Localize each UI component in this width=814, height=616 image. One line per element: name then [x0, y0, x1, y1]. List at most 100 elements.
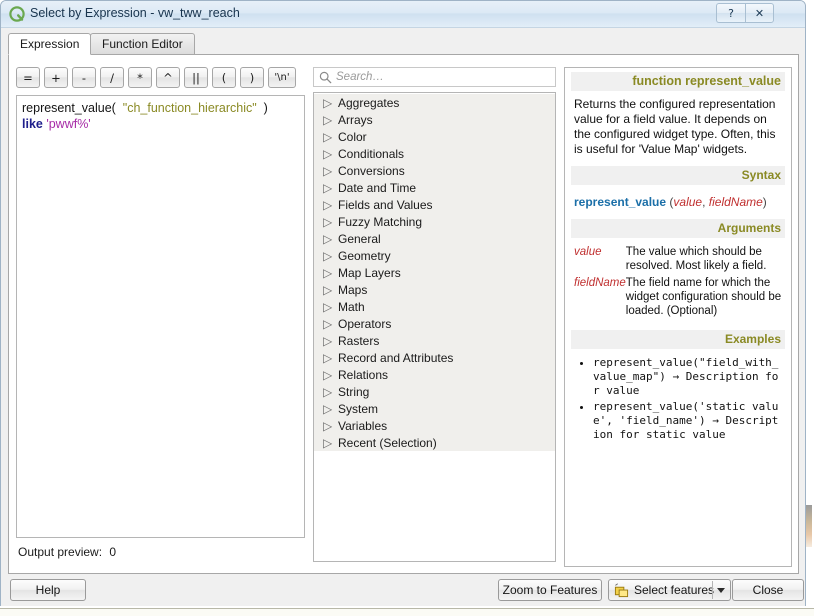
function-help-panel: function represent_value Returns the con…	[564, 67, 792, 567]
tree-item-label: Math	[338, 299, 365, 314]
search-box[interactable]	[313, 67, 556, 87]
chevron-right-icon[interactable]: ▷	[323, 96, 337, 110]
tree-item-system[interactable]: ▷ System	[314, 400, 555, 417]
output-preview-value: 0	[109, 545, 117, 559]
chevron-right-icon[interactable]: ▷	[323, 300, 337, 314]
search-input[interactable]	[336, 69, 555, 85]
tree-item-string[interactable]: ▷ String	[314, 383, 555, 400]
qgis-logo-icon	[9, 6, 25, 22]
chevron-right-icon[interactable]: ▷	[323, 283, 337, 297]
tree-item-operators[interactable]: ▷ Operators	[314, 315, 555, 332]
titlebar-help-button[interactable]: ?	[716, 3, 745, 23]
op-divide-label: /	[110, 70, 114, 85]
expression-text-input[interactable]: represent_value( "ch_function_hierarchic…	[16, 95, 305, 538]
tree-item-date-and-time[interactable]: ▷ Date and Time	[314, 179, 555, 196]
tree-item-arrays[interactable]: ▷ Arrays	[314, 111, 555, 128]
chevron-right-icon[interactable]: ▷	[323, 334, 337, 348]
chevron-right-icon[interactable]: ▷	[323, 215, 337, 229]
titlebar-close-button[interactable]: ✕	[745, 3, 774, 23]
function-tree[interactable]: ▷ Aggregates ▷ Arrays ▷ Color ▷ Conditionals…	[313, 92, 556, 562]
tree-item-record-and-attributes[interactable]: ▷ Record and Attributes	[314, 349, 555, 366]
op-concat-button[interactable]: ||	[184, 67, 208, 88]
chevron-right-icon[interactable]: ▷	[323, 385, 337, 399]
op-minus-button[interactable]: -	[72, 67, 96, 88]
argument-description: The value which should be resolved. Most…	[625, 246, 767, 272]
tree-item-label: Fields and Values	[338, 197, 433, 212]
chevron-right-icon[interactable]: ▷	[323, 419, 337, 433]
tree-item-label: Variables	[338, 418, 388, 433]
chevron-right-icon[interactable]: ▷	[323, 249, 337, 263]
help-arguments-table: value The value which should be resolved…	[574, 245, 785, 321]
tree-item-fuzzy-matching[interactable]: ▷ Fuzzy Matching	[314, 213, 555, 230]
op-power-button[interactable]: ^	[156, 67, 180, 88]
chevron-right-icon[interactable]: ▷	[323, 368, 337, 382]
help-title: function represent_value	[571, 72, 785, 91]
op-close-paren-label: )	[249, 70, 255, 85]
tree-item-maps[interactable]: ▷ Maps	[314, 281, 555, 298]
tree-item-variables[interactable]: ▷ Variables	[314, 417, 555, 434]
op-equals-label: =	[23, 70, 33, 85]
tab-expression[interactable]: Expression	[8, 33, 92, 55]
op-open-paren-button[interactable]: (	[212, 67, 236, 88]
op-concat-label: ||	[192, 70, 200, 85]
expression-field-token: "ch_function_hierarchic"	[122, 101, 257, 115]
chevron-right-icon[interactable]: ▷	[323, 317, 337, 331]
tree-item-label: Rasters	[338, 333, 380, 348]
select-features-dropdown-arrow[interactable]	[712, 581, 729, 599]
select-features-button[interactable]: Select features	[608, 579, 731, 601]
tree-item-label: Fuzzy Matching	[338, 214, 423, 229]
op-divide-button[interactable]: /	[100, 67, 124, 88]
chevron-right-icon[interactable]: ▷	[323, 402, 337, 416]
chevron-right-icon[interactable]: ▷	[323, 266, 337, 280]
tree-item-aggregates[interactable]: ▷ Aggregates	[314, 94, 555, 111]
chevron-right-icon[interactable]: ▷	[323, 436, 337, 450]
zoom-to-features-button[interactable]: Zoom to Features	[498, 579, 602, 601]
chevron-right-icon[interactable]: ▷	[323, 232, 337, 246]
tree-item-label: Conversions	[338, 163, 405, 178]
op-plus-label: +	[51, 70, 61, 85]
help-button[interactable]: Help	[10, 579, 86, 601]
tree-item-conditionals[interactable]: ▷ Conditionals	[314, 145, 555, 162]
op-open-paren-label: (	[221, 70, 227, 85]
syntax-close-paren: )	[762, 195, 767, 209]
chevron-right-icon[interactable]: ▷	[323, 113, 337, 127]
tree-item-recent-selection[interactable]: ▷ Recent (Selection)	[314, 434, 555, 451]
op-multiply-button[interactable]: *	[128, 67, 152, 88]
title-bar[interactable]: Select by Expression - vw_tww_reach ? ✕	[1, 1, 805, 28]
tree-item-fields-and-values[interactable]: ▷ Fields and Values	[314, 196, 555, 213]
help-syntax-heading: Syntax	[571, 166, 785, 185]
tree-item-conversions[interactable]: ▷ Conversions	[314, 162, 555, 179]
list-item: represent_value('static value', 'field_n…	[593, 400, 785, 442]
chevron-right-icon[interactable]: ▷	[323, 181, 337, 195]
close-icon: ✕	[754, 6, 765, 20]
tree-item-color[interactable]: ▷ Color	[314, 128, 555, 145]
op-equals-button[interactable]: =	[16, 67, 40, 88]
tree-item-label: Color	[338, 129, 367, 144]
expression-tab-panel: = + - / * ^ || ( ) '\n' represent_value(…	[8, 54, 799, 574]
op-plus-button[interactable]: +	[44, 67, 68, 88]
op-newline-button[interactable]: '\n'	[268, 67, 296, 88]
syntax-arg-value: value	[673, 195, 703, 209]
chevron-right-icon[interactable]: ▷	[323, 198, 337, 212]
chevron-right-icon[interactable]: ▷	[323, 147, 337, 161]
op-close-paren-button[interactable]: )	[240, 67, 264, 88]
tree-item-rasters[interactable]: ▷ Rasters	[314, 332, 555, 349]
tree-item-geometry[interactable]: ▷ Geometry	[314, 247, 555, 264]
tree-item-relations[interactable]: ▷ Relations	[314, 366, 555, 383]
tree-item-map-layers[interactable]: ▷ Map Layers	[314, 264, 555, 281]
expression-string-token: 'pwwf%'	[42, 117, 91, 131]
chevron-right-icon[interactable]: ▷	[323, 130, 337, 144]
op-newline-label: '\n'	[274, 72, 290, 83]
tab-function-editor[interactable]: Function Editor	[90, 33, 195, 55]
expression-close-paren-token: )	[256, 101, 268, 115]
select-features-icon	[614, 582, 629, 598]
operator-button-row: = + - / * ^ || ( ) '\n'	[16, 67, 305, 89]
tree-item-math[interactable]: ▷ Math	[314, 298, 555, 315]
tree-item-general[interactable]: ▷ General	[314, 230, 555, 247]
tree-item-label: System	[338, 401, 379, 416]
chevron-right-icon[interactable]: ▷	[323, 164, 337, 178]
close-button[interactable]: Close	[732, 579, 804, 601]
dialog-button-bar: Help Zoom to Features Select features Cl…	[1, 575, 805, 606]
table-row: fieldName The field name for which the w…	[574, 276, 785, 321]
chevron-right-icon[interactable]: ▷	[323, 351, 337, 365]
